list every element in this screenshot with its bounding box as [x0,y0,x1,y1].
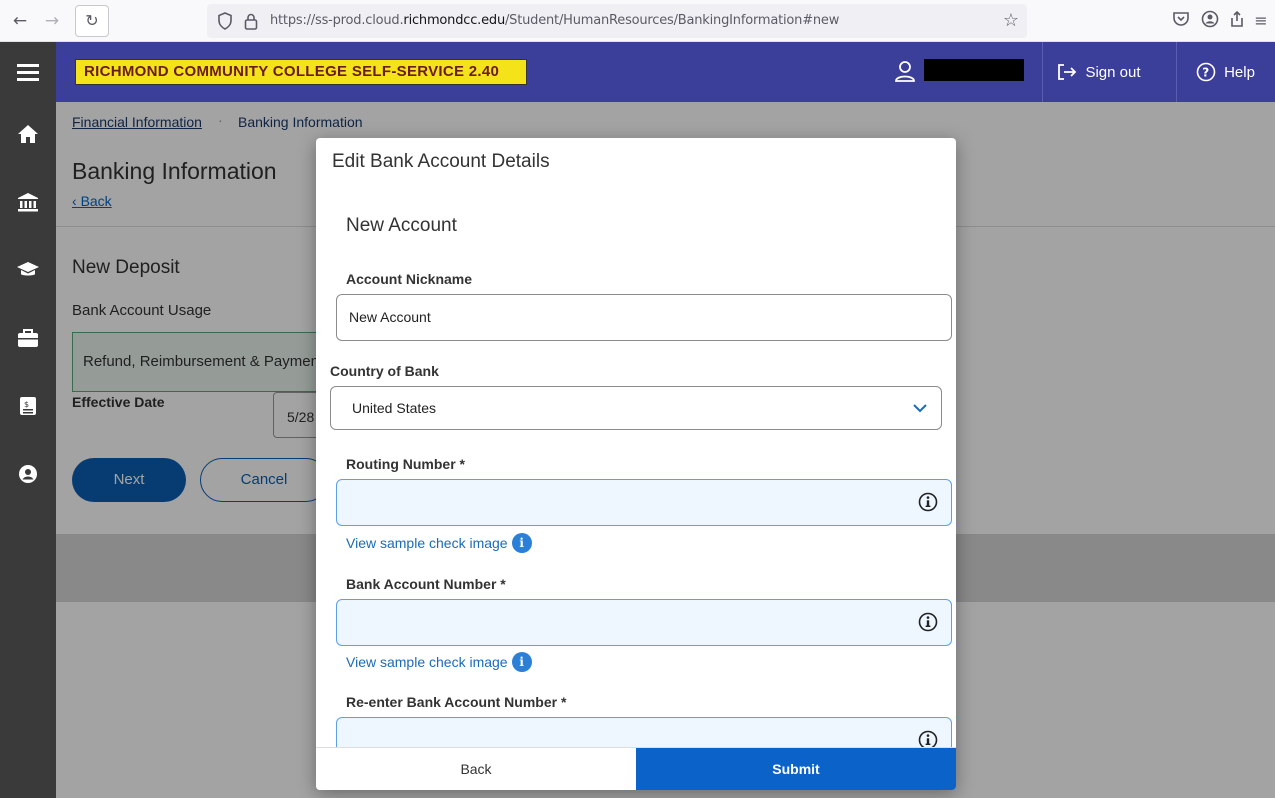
sample-link-text: View sample check image [346,535,508,551]
user-icon [895,61,915,82]
dialog-title: Edit Bank Account Details [332,151,550,172]
svg-text:$: $ [24,400,29,409]
account-number-input[interactable] [336,599,952,646]
routing-info-icon[interactable] [918,492,938,512]
document-icon[interactable]: $ [0,386,56,426]
section-title: New Account [346,215,457,236]
bookmark-star-icon[interactable]: ☆ [1003,10,1019,31]
home-icon[interactable] [0,114,56,154]
forward-arrow-icon[interactable]: → [40,9,64,33]
bank-icon[interactable] [0,182,56,222]
account-info-icon[interactable] [918,612,938,632]
routing-input[interactable] [336,479,952,526]
shield-icon [218,12,232,30]
sign-out-icon [1058,64,1077,80]
app-menu-icon[interactable]: ≡ [1250,10,1272,32]
country-selected-value: United States [352,400,437,416]
sign-out-button[interactable]: Sign out [1042,42,1156,102]
pocket-icon[interactable] [1170,10,1192,32]
address-bar[interactable]: https://ss-prod.cloud.richmondcc.edu/Stu… [207,4,1027,38]
menu-icon[interactable] [0,52,56,92]
college-logo[interactable]: RICHMOND COMMUNITY COLLEGE SELF-SERVICE … [75,59,527,85]
reload-icon[interactable]: ↻ [75,5,109,37]
account-icon[interactable] [1199,10,1221,32]
edit-bank-account-dialog: Edit Bank Account Details New Account Ac… [316,138,956,790]
share-icon[interactable] [1226,10,1248,32]
lock-icon [244,13,258,30]
url-text: https://ss-prod.cloud.richmondcc.edu/Stu… [270,13,840,28]
country-select[interactable]: United States [330,386,942,430]
graduation-cap-icon[interactable] [0,250,56,290]
sample-check-link-routing[interactable]: View sample check image i [346,533,532,553]
help-icon: ? [1196,62,1216,82]
briefcase-icon[interactable] [0,318,56,358]
sample-link-text: View sample check image [346,654,508,670]
browser-toolbar: ← → ↻ https://ss-prod.cloud.richmondcc.e… [0,0,1275,42]
app-header: RICHMOND COMMUNITY COLLEGE SELF-SERVICE … [56,42,1275,102]
account-number-label: Bank Account Number * [346,576,506,592]
dialog-footer: Back Submit [316,747,956,790]
help-label: Help [1224,63,1255,81]
nav-rail: $ [0,42,56,798]
chevron-down-icon [913,404,927,413]
sign-out-label: Sign out [1085,63,1141,81]
dialog-back-button[interactable]: Back [316,748,636,790]
country-label: Country of Bank [330,363,439,379]
help-button[interactable]: ? Help [1176,42,1275,102]
reenter-account-label: Re-enter Bank Account Number * [346,694,567,710]
nickname-label: Account Nickname [346,271,473,287]
info-icon: i [511,533,532,553]
info-icon: i [511,652,532,672]
svg-text:?: ? [1202,66,1209,80]
routing-label: Routing Number * [346,456,465,472]
submit-button[interactable]: Submit [636,748,956,790]
user-name-redacted [924,59,1024,81]
sample-check-link-account[interactable]: View sample check image i [346,652,532,672]
nickname-input[interactable]: New Account [336,294,952,341]
back-arrow-icon[interactable]: ← [8,9,32,33]
user-circle-icon[interactable] [0,454,56,494]
user-menu[interactable] [886,42,1042,102]
